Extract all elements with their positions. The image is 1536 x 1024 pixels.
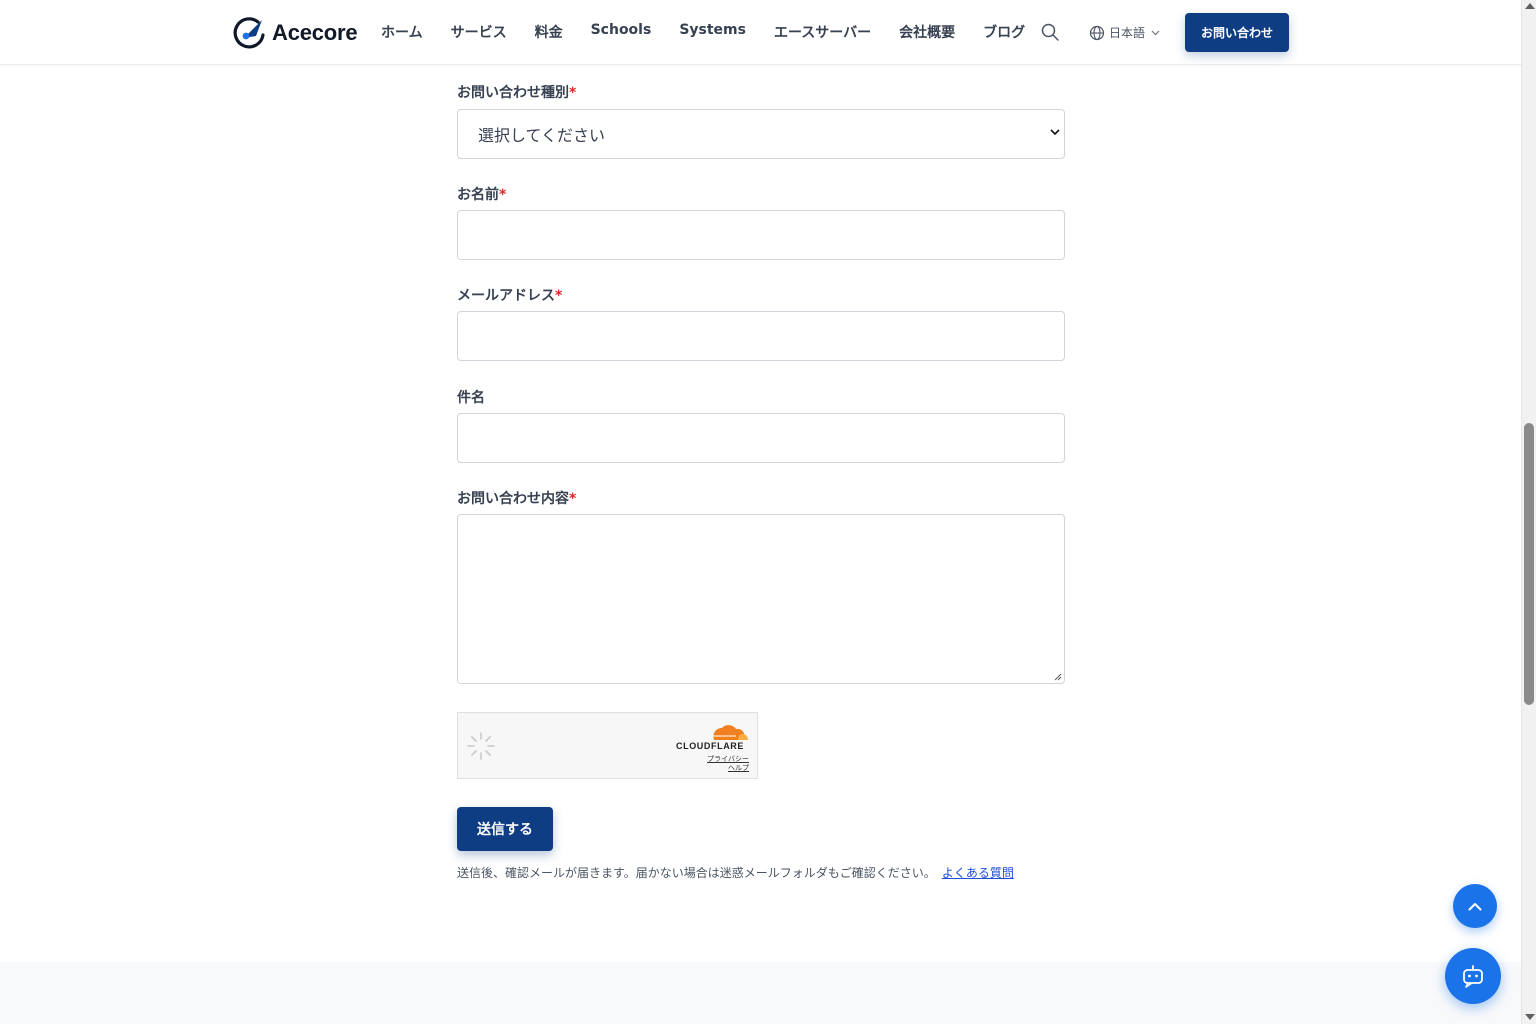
message-label: お問い合わせ内容* <box>457 491 577 507</box>
cloudflare-cloud-icon <box>712 725 748 740</box>
inquiry-type-label: お問い合わせ種別* <box>457 85 577 101</box>
captcha-help-link[interactable]: ヘルプ <box>728 763 749 773</box>
scrollbar-thumb[interactable] <box>1524 423 1534 705</box>
language-selector[interactable]: 日本語 <box>1089 24 1164 41</box>
cloudflare-turnstile[interactable]: CLOUDFLARE プライバシー ヘルプ <box>457 712 758 779</box>
nav-company[interactable]: 会社概要 <box>899 22 955 42</box>
chatbot-button[interactable] <box>1445 948 1501 1004</box>
contact-button[interactable]: お問い合わせ <box>1185 13 1289 52</box>
name-label: お名前* <box>457 187 507 203</box>
nav-systems[interactable]: Systems <box>679 22 746 42</box>
name-input[interactable] <box>457 210 1065 260</box>
chatbot-icon <box>1463 965 1483 988</box>
chevron-down-icon <box>1151 30 1160 35</box>
nav-ace-server[interactable]: エースサーバー <box>774 22 871 42</box>
chevron-down-icon <box>1050 129 1060 136</box>
confirmation-note: 送信後、確認メールが届きます。届かない場合は迷惑メールフォルダもご確認ください。… <box>457 864 1014 881</box>
brand-logo[interactable]: Acecore <box>232 16 358 50</box>
subject-label: 件名 <box>457 390 485 406</box>
resize-handle-icon[interactable] <box>1054 673 1062 681</box>
language-label: 日本語 <box>1109 26 1146 40</box>
nav-pricing[interactable]: 料金 <box>535 22 563 42</box>
scroll-up-arrow-icon[interactable] <box>1525 3 1535 9</box>
inquiry-type-value: 選択してください <box>478 126 606 145</box>
chevron-up-icon <box>1468 902 1482 910</box>
globe-icon <box>1089 25 1105 40</box>
logo-icon <box>233 17 265 49</box>
scroll-down-arrow-icon[interactable] <box>1525 1014 1535 1020</box>
required-mark: * <box>499 187 507 203</box>
nav-blog[interactable]: ブログ <box>983 22 1025 42</box>
email-input[interactable] <box>457 311 1065 361</box>
search-icon <box>1041 23 1059 41</box>
page-scrollbar[interactable] <box>1521 0 1536 1024</box>
nav-services[interactable]: サービス <box>451 22 507 42</box>
nav-schools[interactable]: Schools <box>591 22 652 42</box>
scroll-to-top-button[interactable] <box>1453 884 1497 928</box>
footer-band <box>0 962 1521 1024</box>
subject-input[interactable] <box>457 413 1065 463</box>
search-button[interactable] <box>1040 22 1062 44</box>
spinner-icon <box>467 732 495 760</box>
note-text: 送信後、確認メールが届きます。届かない場合は迷惑メールフォルダもご確認ください。 <box>457 866 936 880</box>
faq-link[interactable]: よくある質問 <box>942 866 1014 880</box>
email-label: メールアドレス* <box>457 288 563 304</box>
submit-button[interactable]: 送信する <box>457 807 553 851</box>
cloudflare-wordmark: CLOUDFLARE <box>676 741 744 751</box>
message-textarea[interactable] <box>457 514 1065 684</box>
site-header: Acecore ホーム サービス 料金 Schools Systems エースサ… <box>0 0 1521 65</box>
required-mark: * <box>555 288 563 304</box>
required-mark: * <box>569 491 577 507</box>
brand-name: Acecore <box>272 20 358 45</box>
main-nav: ホーム サービス 料金 Schools Systems エースサーバー 会社概要… <box>381 22 1053 42</box>
nav-home[interactable]: ホーム <box>381 22 423 42</box>
inquiry-type-select[interactable]: 選択してください <box>457 109 1065 159</box>
required-mark: * <box>569 85 577 101</box>
